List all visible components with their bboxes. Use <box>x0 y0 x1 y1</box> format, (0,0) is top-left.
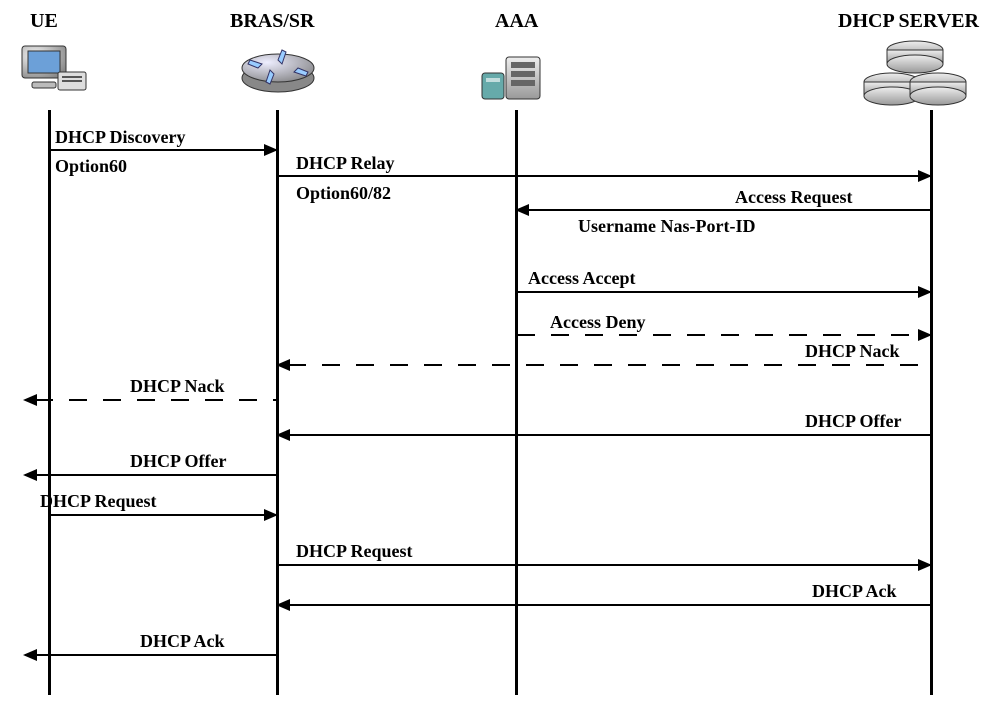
router-icon <box>238 40 318 105</box>
label-request2: DHCP Request <box>296 541 413 562</box>
label-ack1: DHCP Ack <box>812 581 897 602</box>
server-icon <box>478 55 548 110</box>
lifeline-aaa <box>515 110 518 695</box>
sequence-diagram: UE BRAS/SR AAA DHCP SERVER <box>0 0 1000 720</box>
label-request1: DHCP Request <box>40 491 157 512</box>
database-cluster-icon <box>860 38 970 113</box>
label-ack2: DHCP Ack <box>140 631 225 652</box>
lifeline-ue <box>48 110 51 695</box>
label-access-accept: Access Accept <box>528 268 635 289</box>
label-relay: DHCP Relay <box>296 153 395 174</box>
participant-label-ue: UE <box>30 10 58 33</box>
label-username-nas: Username Nas-Port-ID <box>578 216 755 237</box>
label-access-deny: Access Deny <box>550 312 645 333</box>
lifeline-dhcp <box>930 110 933 695</box>
label-nack2: DHCP Nack <box>130 376 225 397</box>
label-option60: Option60 <box>55 156 127 177</box>
participant-label-bras: BRAS/SR <box>230 10 314 33</box>
label-offer1: DHCP Offer <box>805 411 901 432</box>
label-offer2: DHCP Offer <box>130 451 226 472</box>
label-option6082: Option60/82 <box>296 183 391 204</box>
label-discovery: DHCP Discovery <box>55 127 185 148</box>
label-access-request: Access Request <box>735 187 852 208</box>
label-nack1: DHCP Nack <box>805 341 900 362</box>
participant-label-dhcp: DHCP SERVER <box>838 10 979 33</box>
participant-label-aaa: AAA <box>495 10 538 33</box>
workstation-icon <box>18 42 88 107</box>
